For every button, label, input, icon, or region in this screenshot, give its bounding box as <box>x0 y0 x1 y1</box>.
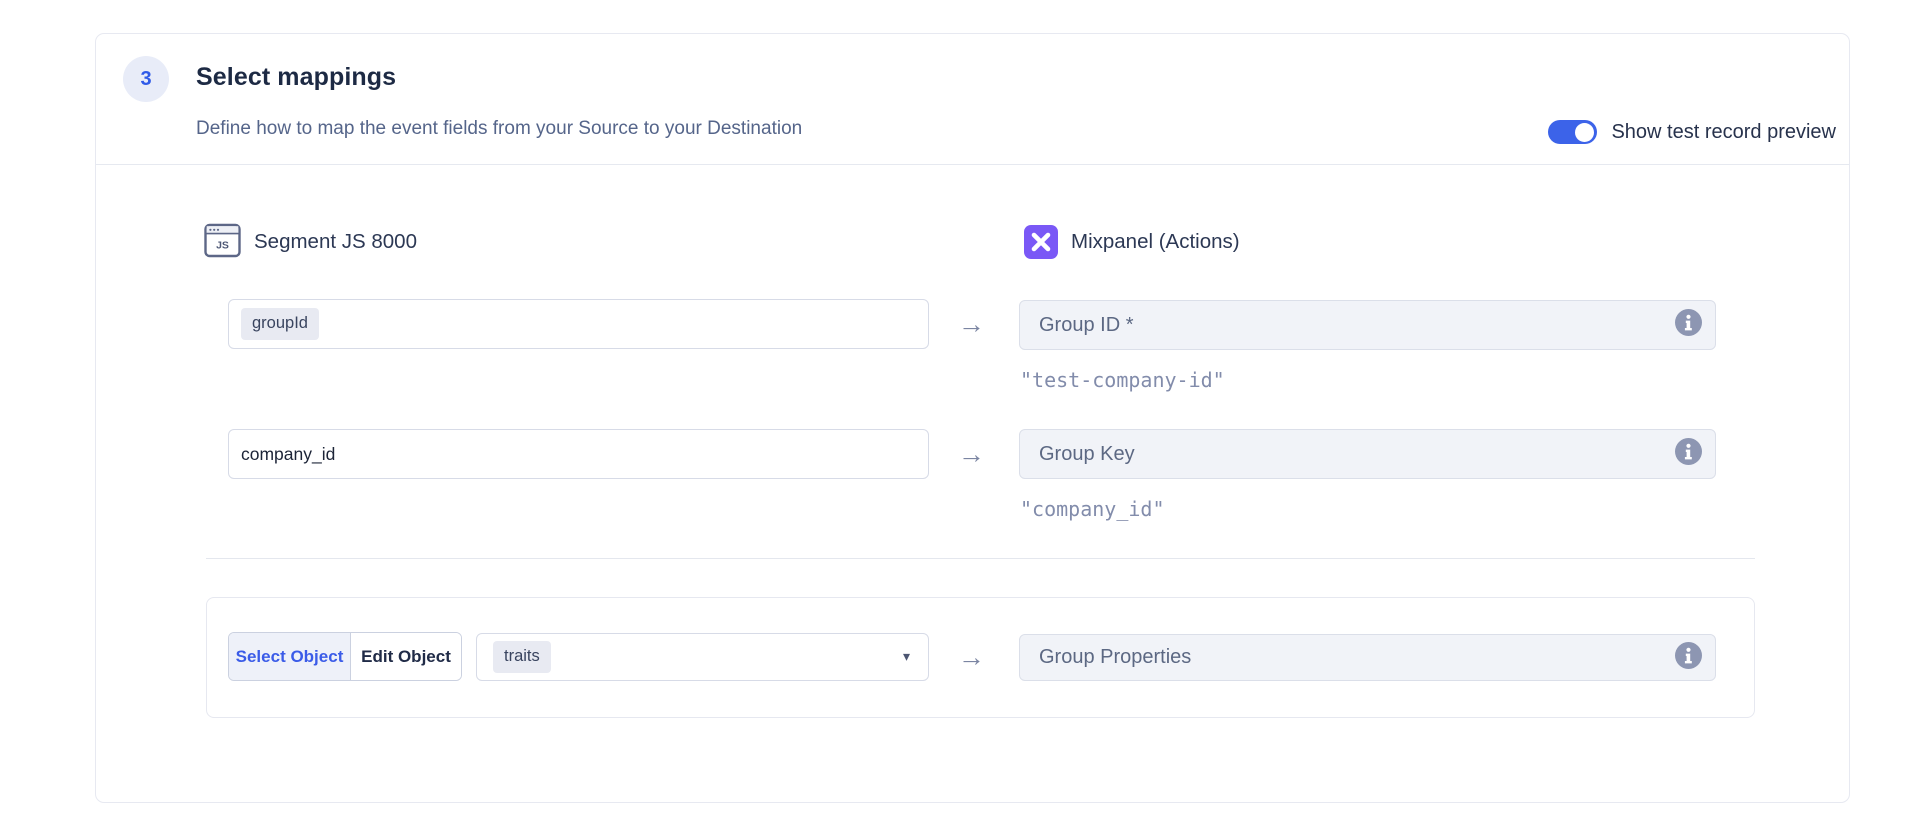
object-source-dropdown[interactable]: traits ▾ <box>476 633 929 681</box>
chevron-down-icon: ▾ <box>903 648 910 665</box>
step-number: 3 <box>140 68 151 91</box>
source-header: JS Segment JS 8000 <box>204 223 417 261</box>
page-title: Select mappings <box>196 63 396 92</box>
destination-name: Mixpanel (Actions) <box>1071 230 1240 254</box>
destination-field-label: Group Properties <box>1039 646 1191 669</box>
destination-field-group-properties[interactable]: Group Properties <box>1019 634 1716 681</box>
toggle-knob <box>1575 123 1594 142</box>
toggle-label: Show test record preview <box>1611 121 1836 144</box>
show-test-record-preview-toggle[interactable] <box>1548 120 1597 144</box>
mixpanel-x-icon <box>1024 225 1058 259</box>
source-name: Segment JS 8000 <box>254 230 417 254</box>
destination-field-group-key[interactable]: Group Key <box>1019 429 1716 479</box>
step-number-badge: 3 <box>123 56 169 102</box>
info-circle-icon[interactable] <box>1675 309 1702 341</box>
arrow-right-icon: → <box>958 643 985 671</box>
dropdown-selected-token: traits <box>493 641 551 673</box>
page: 3 Select mappings Define how to map the … <box>0 0 1906 836</box>
select-mappings-card: 3 Select mappings Define how to map the … <box>95 33 1850 803</box>
object-mode-button-group: Select Object Edit Object <box>228 632 462 681</box>
test-record-preview-toggle-row: Show test record preview <box>1548 119 1836 145</box>
js-browser-window-icon: JS <box>204 222 241 263</box>
arrow-right-icon: → <box>958 310 985 338</box>
edit-object-button[interactable]: Edit Object <box>351 633 461 680</box>
source-field-input-groupid[interactable]: groupId <box>228 299 929 349</box>
select-object-button[interactable]: Select Object <box>229 633 351 680</box>
info-circle-icon[interactable] <box>1675 642 1702 674</box>
page-subtitle: Define how to map the event fields from … <box>196 118 802 140</box>
destination-field-group-id[interactable]: Group ID * <box>1019 300 1716 350</box>
svg-text:JS: JS <box>216 239 229 251</box>
card-header: 3 Select mappings Define how to map the … <box>96 34 1849 165</box>
test-record-preview-value: "test-company-id" <box>1020 368 1225 392</box>
test-record-preview-value: "company_id" <box>1020 497 1165 521</box>
destination-field-label: Group Key <box>1039 443 1135 466</box>
source-field-input-company-id[interactable]: company_id <box>228 429 929 479</box>
source-field-text: company_id <box>241 444 335 465</box>
info-circle-icon[interactable] <box>1675 438 1702 470</box>
destination-field-label: Group ID * <box>1039 314 1133 337</box>
section-divider <box>206 558 1755 559</box>
source-field-token[interactable]: groupId <box>241 308 319 340</box>
destination-header: Mixpanel (Actions) <box>1024 223 1240 261</box>
arrow-right-icon: → <box>958 440 985 468</box>
